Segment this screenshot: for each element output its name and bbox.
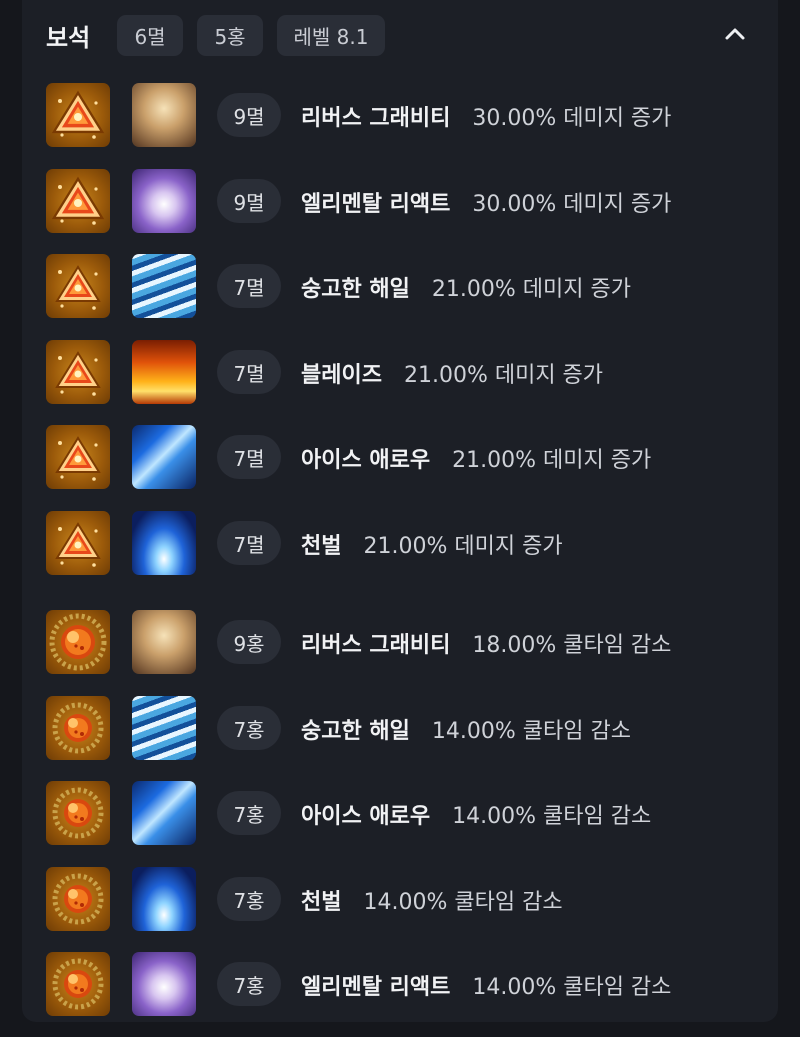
judgment-icon (132, 867, 196, 931)
bloom-gem-icon (46, 867, 110, 931)
collapse-button[interactable] (716, 17, 754, 51)
gem-row[interactable]: 7홍 아이스 애로우 14.00% 쿨타임 감소 (0, 779, 800, 845)
gem-effect: 21.00% 데미지 증가 (431, 277, 631, 302)
skill-name: 숭고한 해일 (301, 277, 410, 302)
section-title: 보석 (46, 24, 91, 52)
chip-doom-count: 6멸 (117, 15, 183, 56)
gem-level-badge: 7멸 (217, 350, 281, 394)
doom-gem-icon (46, 254, 110, 318)
gem-level-badge: 7멸 (217, 264, 281, 308)
gem-effect: 30.00% 데미지 증가 (472, 192, 672, 217)
gem-info: 리버스 그래비티 30.00% 데미지 증가 (301, 100, 671, 132)
gravity-icon (132, 610, 196, 674)
gem-info: 리버스 그래비티 18.00% 쿨타임 감소 (301, 627, 671, 659)
gem-level-badge: 7홍 (217, 706, 281, 750)
gem-info: 엘리멘탈 리액트 14.00% 쿨타임 감소 (301, 969, 671, 1001)
gem-row[interactable]: 7멸 아이스 애로우 21.00% 데미지 증가 (0, 423, 800, 489)
bloom-gem-icon (46, 696, 110, 760)
gem-info: 아이스 애로우 14.00% 쿨타임 감소 (301, 798, 651, 830)
skill-name: 아이스 애로우 (301, 448, 431, 473)
gem-level-badge: 9멸 (217, 179, 281, 223)
gem-level-badge: 7홍 (217, 962, 281, 1006)
gem-info: 블레이즈 21.00% 데미지 증가 (301, 357, 603, 389)
gem-effect: 14.00% 쿨타임 감소 (472, 975, 672, 1000)
skill-name: 천벌 (301, 534, 342, 559)
chip-bloom-count: 5홍 (197, 15, 263, 56)
gem-effect: 14.00% 쿨타임 감소 (452, 804, 652, 829)
doom-gem-icon (46, 83, 110, 147)
gem-row[interactable]: 7멸 블레이즈 21.00% 데미지 증가 (0, 338, 800, 404)
chip-level: 레벨 8.1 (277, 15, 385, 56)
ice-arrow-icon (132, 781, 196, 845)
gem-effect: 18.00% 쿨타임 감소 (472, 633, 672, 658)
gem-effect: 21.00% 데미지 증가 (403, 363, 604, 388)
gem-level-badge: 9홍 (217, 620, 281, 664)
gem-info: 아이스 애로우 21.00% 데미지 증가 (301, 442, 651, 474)
wave-icon (132, 696, 196, 760)
skill-name: 아이스 애로우 (301, 804, 431, 829)
doom-gem-icon (46, 425, 110, 489)
elemental-icon (132, 169, 196, 233)
gem-row[interactable]: 7멸 천벌 21.00% 데미지 증가 (0, 509, 800, 575)
bloom-gem-icon (46, 952, 110, 1016)
elemental-icon (132, 952, 196, 1016)
skill-name: 숭고한 해일 (301, 719, 410, 744)
gem-row[interactable]: 7멸 숭고한 해일 21.00% 데미지 증가 (0, 252, 800, 318)
bloom-gem-icon (46, 781, 110, 845)
doom-gem-icon (46, 169, 110, 233)
skill-name: 엘리멘탈 리액트 (301, 975, 451, 1000)
gem-effect: 21.00% 데미지 증가 (452, 448, 652, 473)
gravity-icon (132, 83, 196, 147)
gem-level-badge: 7홍 (217, 877, 281, 921)
gem-row[interactable]: 7홍 천벌 14.00% 쿨타임 감소 (0, 865, 800, 931)
gem-row[interactable]: 7홍 엘리멘탈 리액트 14.00% 쿨타임 감소 (0, 950, 800, 1016)
gem-info: 천벌 14.00% 쿨타임 감소 (301, 884, 563, 916)
judgment-icon (132, 511, 196, 575)
gem-row[interactable]: 9멸 엘리멘탈 리액트 30.00% 데미지 증가 (0, 167, 800, 233)
skill-name: 리버스 그래비티 (301, 633, 451, 658)
chevron-up-icon (725, 28, 745, 40)
doom-gem-icon (46, 511, 110, 575)
gem-level-badge: 7홍 (217, 791, 281, 835)
gem-effect: 30.00% 데미지 증가 (472, 106, 672, 131)
gem-info: 숭고한 해일 21.00% 데미지 증가 (301, 271, 631, 303)
skill-name: 리버스 그래비티 (301, 106, 451, 131)
ice-arrow-icon (132, 425, 196, 489)
gem-header: 보석 6멸 5홍 레벨 8.1 (0, 0, 800, 70)
gem-level-badge: 9멸 (217, 93, 281, 137)
skill-name: 엘리멘탈 리액트 (301, 192, 451, 217)
wave-icon (132, 254, 196, 318)
doom-gem-icon (46, 340, 110, 404)
gem-info: 엘리멘탈 리액트 30.00% 데미지 증가 (301, 186, 671, 218)
gem-level-badge: 7멸 (217, 521, 281, 565)
gem-effect: 14.00% 쿨타임 감소 (431, 719, 631, 744)
blaze-icon (132, 340, 196, 404)
bloom-gem-icon (46, 610, 110, 674)
skill-name: 블레이즈 (301, 363, 382, 388)
gem-effect: 14.00% 쿨타임 감소 (363, 890, 563, 915)
gem-row[interactable]: 9홍 리버스 그래비티 18.00% 쿨타임 감소 (0, 608, 800, 674)
gem-row[interactable]: 7홍 숭고한 해일 14.00% 쿨타임 감소 (0, 694, 800, 760)
gem-row[interactable]: 9멸 리버스 그래비티 30.00% 데미지 증가 (0, 81, 800, 147)
gem-effect: 21.00% 데미지 증가 (363, 534, 563, 559)
gem-level-badge: 7멸 (217, 435, 281, 479)
gem-info: 천벌 21.00% 데미지 증가 (301, 528, 563, 560)
gem-info: 숭고한 해일 14.00% 쿨타임 감소 (301, 713, 631, 745)
skill-name: 천벌 (301, 890, 342, 915)
